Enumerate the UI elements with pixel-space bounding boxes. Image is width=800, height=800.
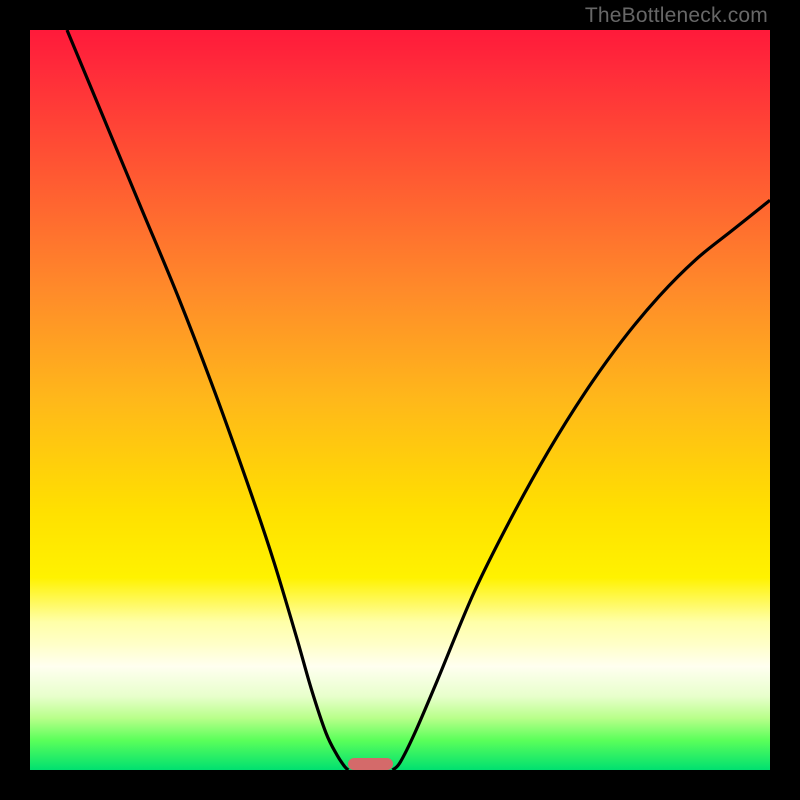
- right-curve: [393, 200, 770, 770]
- optimal-range-marker: [348, 758, 392, 770]
- curve-overlay: [30, 30, 770, 770]
- left-curve: [67, 30, 348, 770]
- watermark-label: TheBottleneck.com: [585, 4, 768, 28]
- plot-area: [30, 30, 770, 770]
- chart-frame: [0, 0, 800, 800]
